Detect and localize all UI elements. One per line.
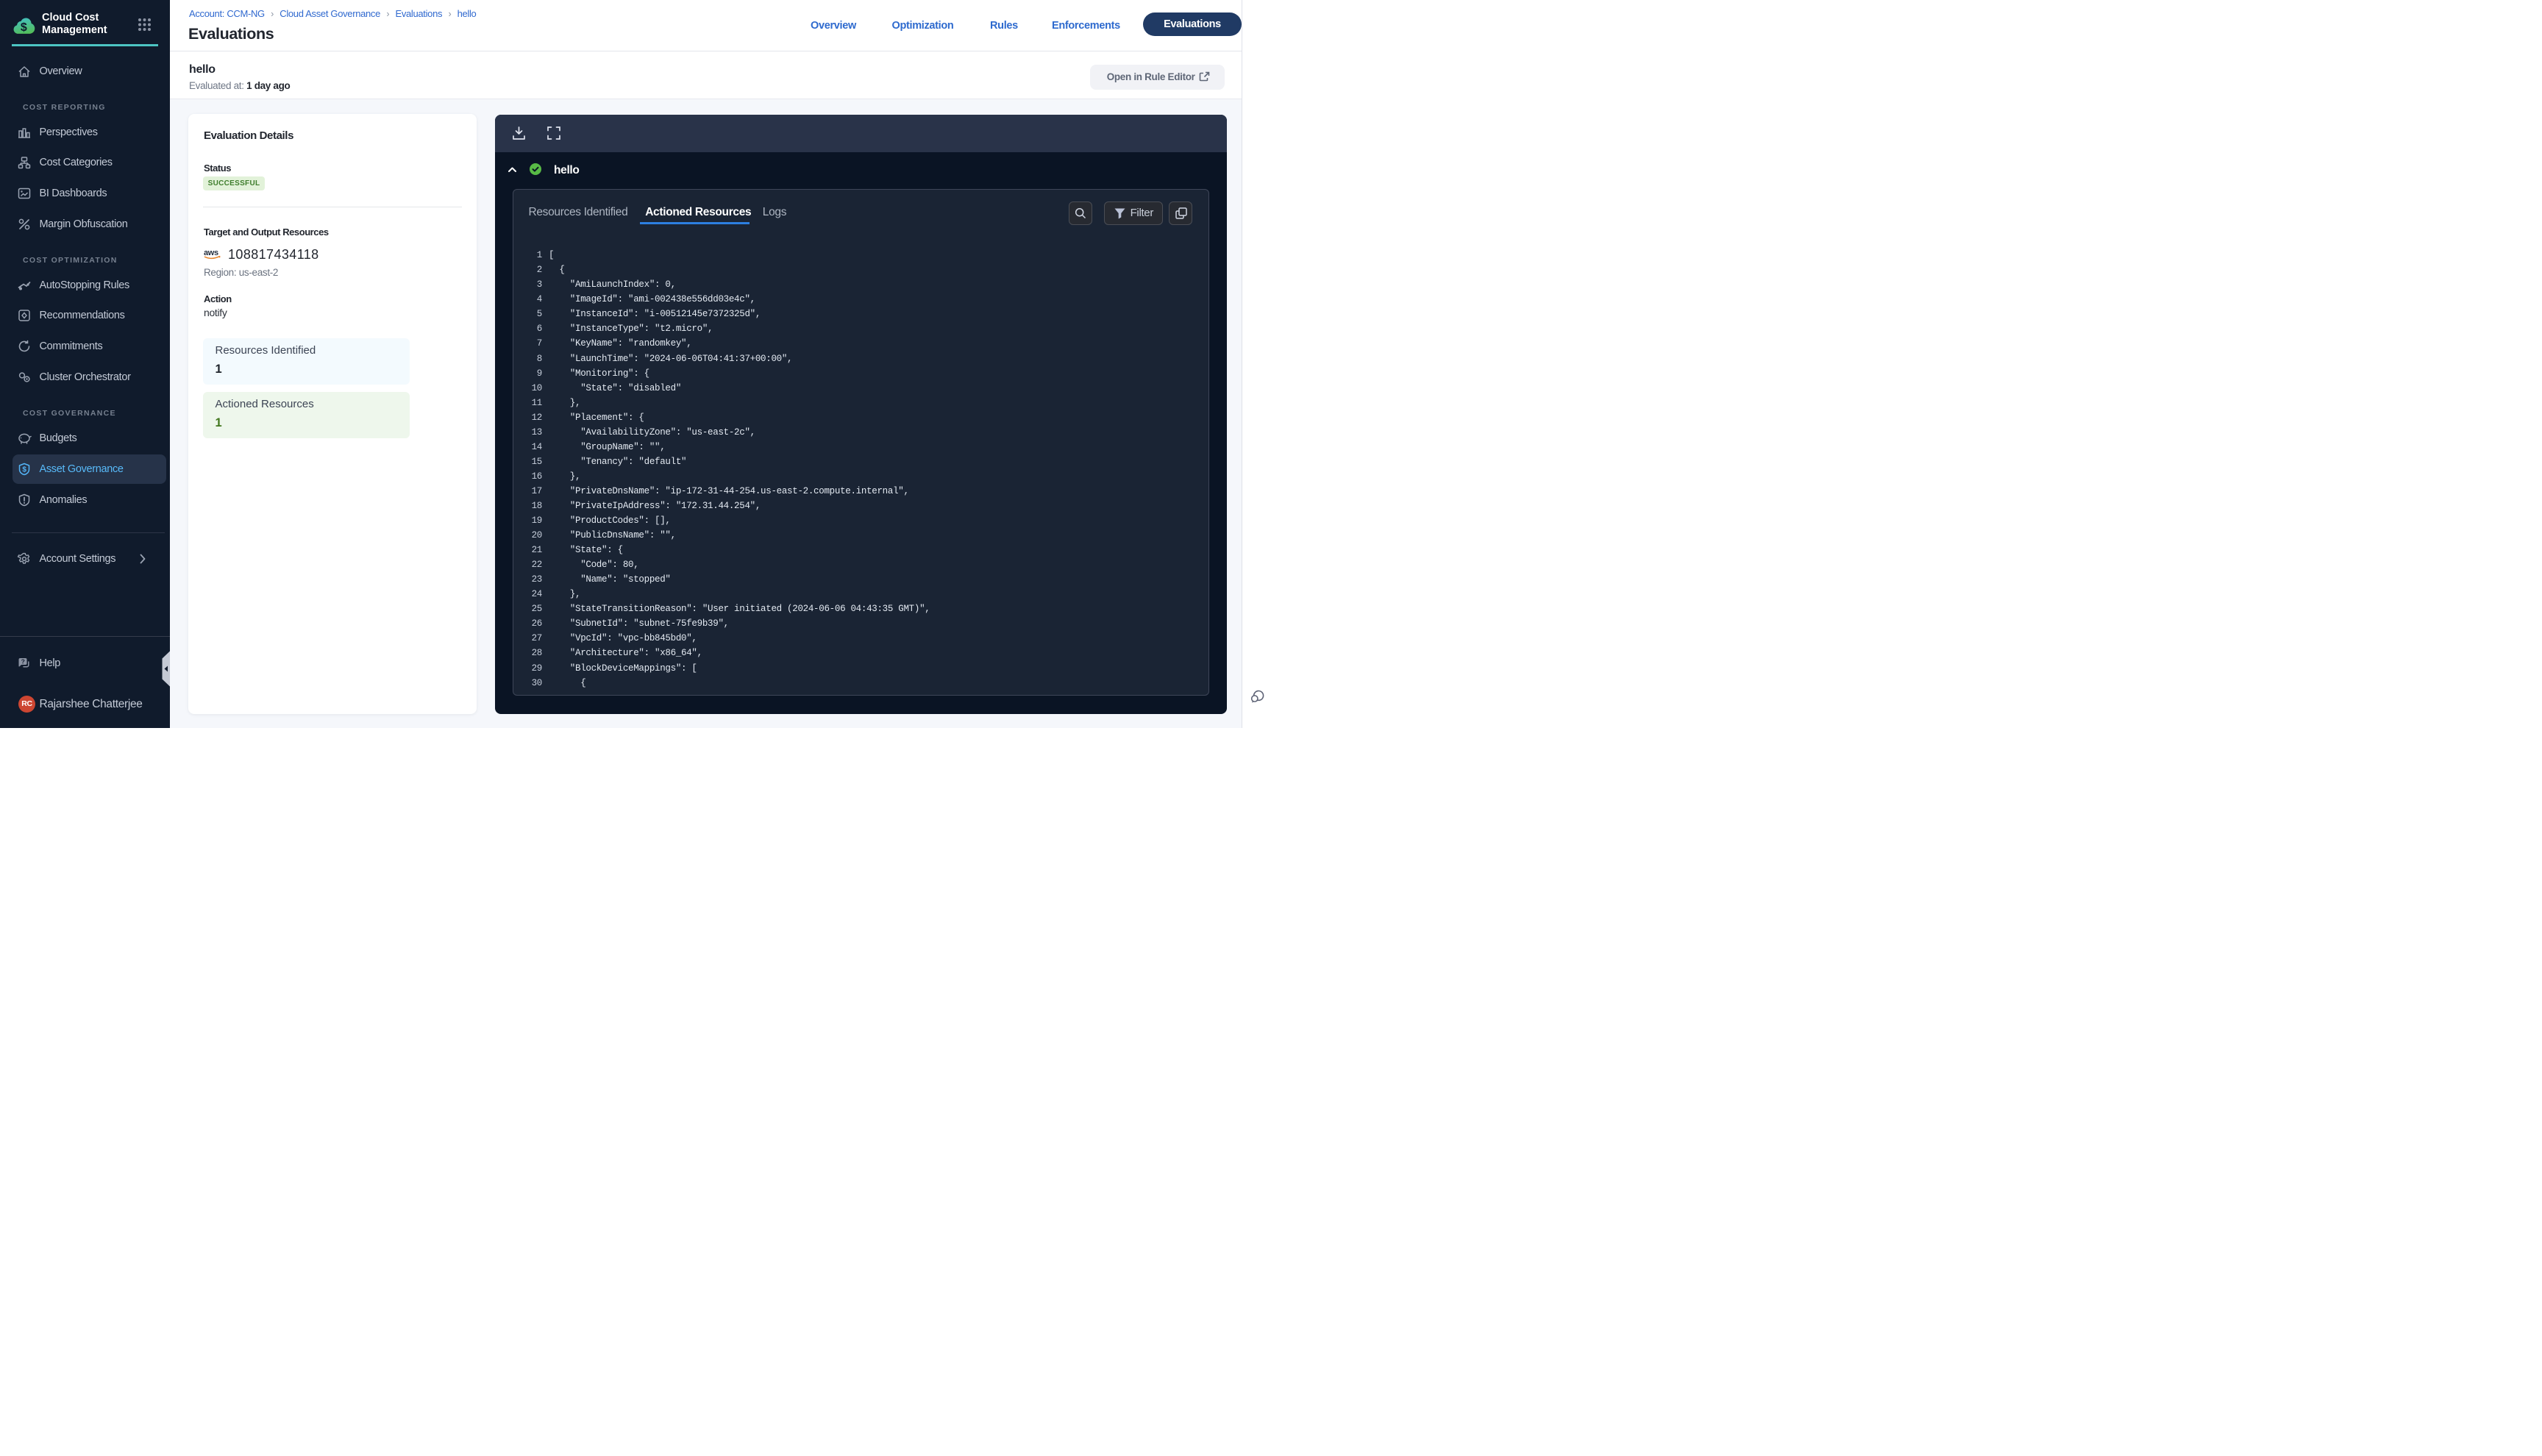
svg-text:aws: aws [204, 249, 218, 257]
svg-text:$: $ [22, 466, 26, 474]
svg-text:$: $ [21, 21, 27, 34]
svg-text:?: ? [21, 658, 25, 665]
